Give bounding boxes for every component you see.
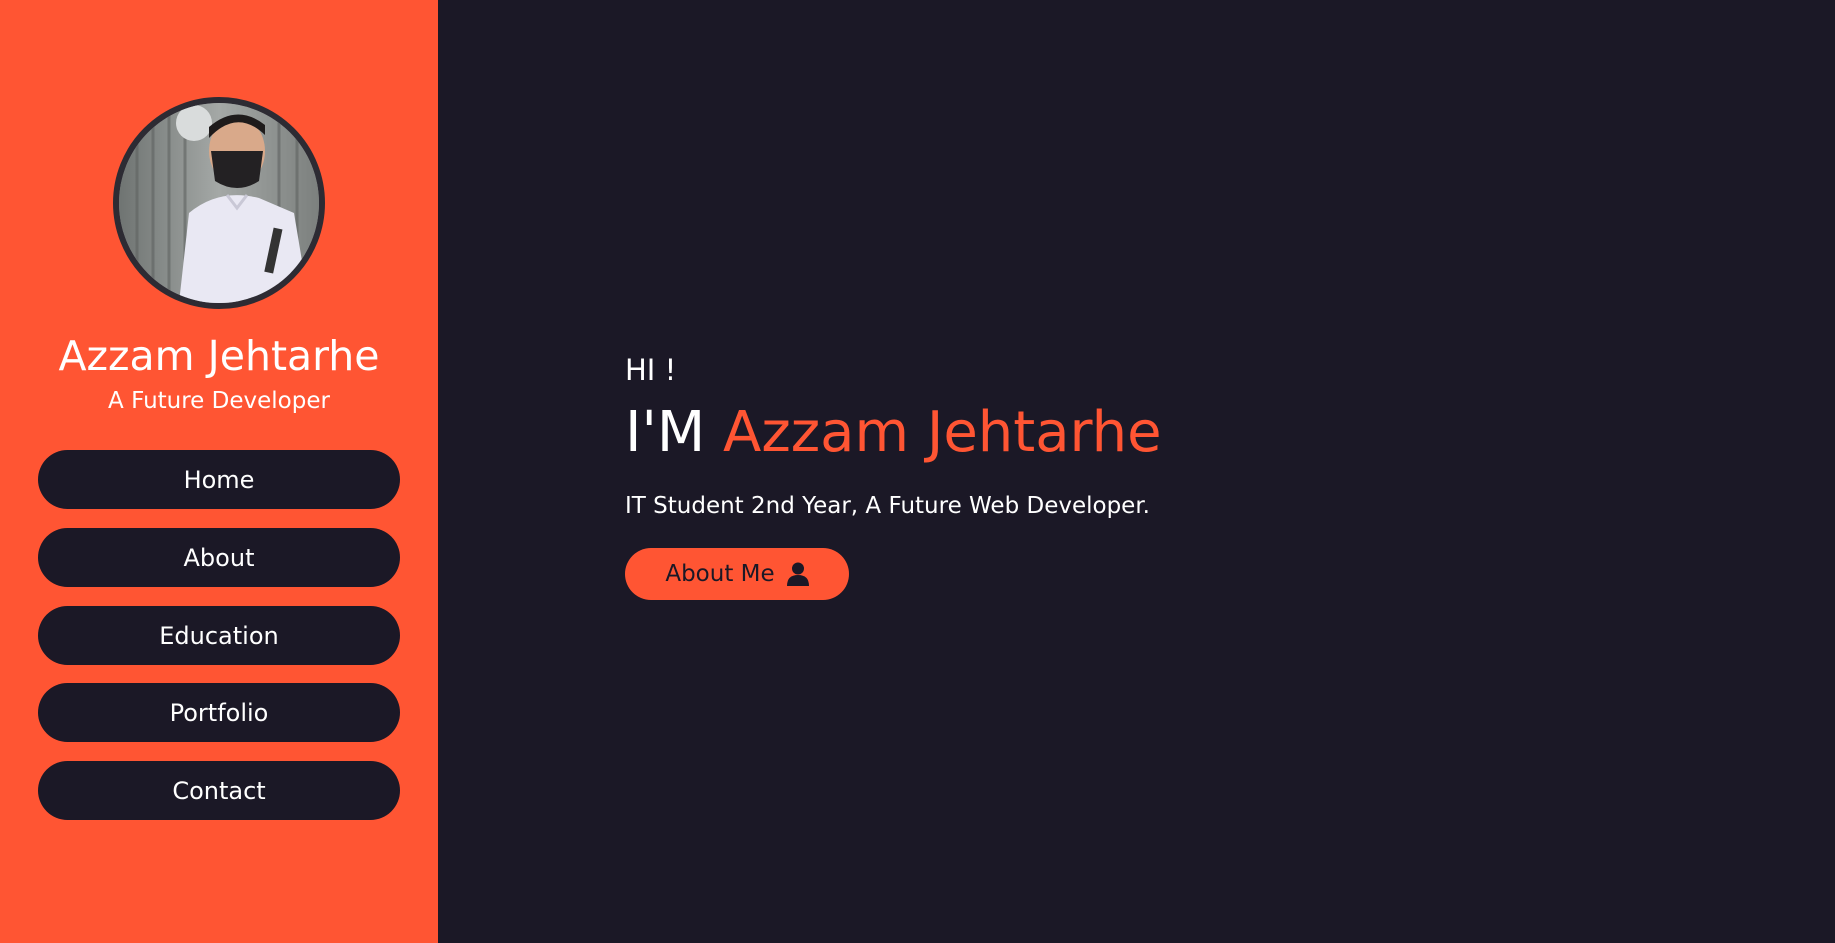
nav-home-button[interactable]: Home — [38, 450, 400, 509]
avatar-photo — [119, 103, 319, 303]
sidebar: Azzam Jehtarhe A Future Developer Home A… — [0, 0, 438, 943]
hero-title-prefix: I'M — [625, 400, 706, 465]
user-icon — [786, 562, 809, 586]
nav-education-button[interactable]: Education — [38, 606, 400, 665]
about-me-button[interactable]: About Me — [625, 548, 849, 600]
hero-greeting: HI ! — [625, 353, 677, 387]
avatar — [113, 97, 325, 309]
nav-about-button[interactable]: About — [38, 528, 400, 587]
hero-title: I'M Azzam Jehtarhe — [625, 398, 1162, 468]
nav-portfolio-button[interactable]: Portfolio — [38, 683, 400, 742]
nav-contact-button[interactable]: Contact — [38, 761, 400, 820]
profile-name: Azzam Jehtarhe — [58, 332, 380, 380]
about-me-button-label: About Me — [665, 561, 775, 587]
hero-title-name: Azzam Jehtarhe — [723, 400, 1162, 465]
profile-role: A Future Developer — [108, 388, 330, 414]
hero-subtitle: IT Student 2nd Year, A Future Web Develo… — [625, 493, 1150, 519]
